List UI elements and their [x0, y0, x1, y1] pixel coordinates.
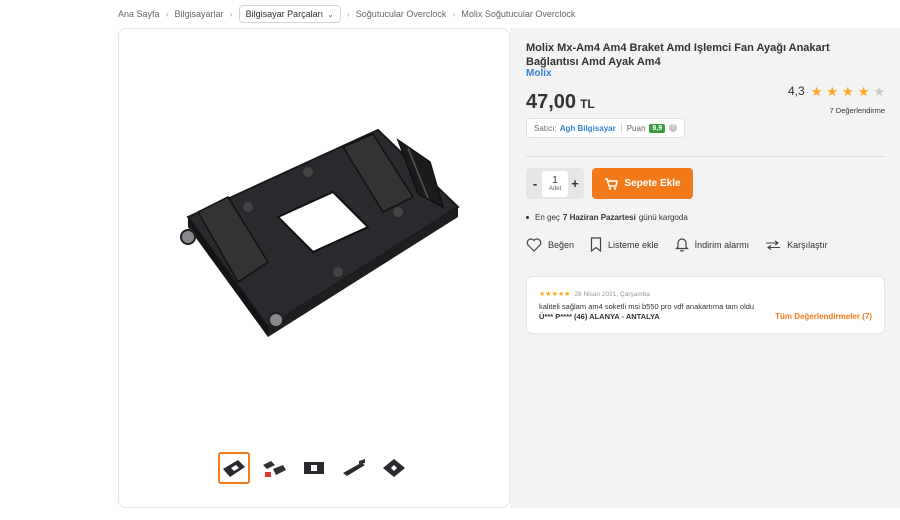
shipping-suffix: günü kargoda: [638, 213, 688, 222]
quantity-stepper: - 1 Adet +: [526, 168, 584, 199]
breadcrumb-separator-icon: ›: [229, 9, 233, 19]
star-icon: ★: [826, 83, 839, 99]
product-price: 47,00 TL: [526, 91, 595, 114]
breadcrumb-computers[interactable]: Bilgisayarlar: [175, 9, 224, 19]
review-highlight-card: ★ ★ ★ ★ ★ 28 Nisan 2021, Çarşamba kalite…: [526, 276, 885, 334]
shipping-info: En geç 7 Haziran Pazartesi günü kargoda: [526, 213, 688, 222]
thumbnail-5[interactable]: [378, 452, 410, 484]
quantity-decrease-button[interactable]: -: [529, 176, 541, 191]
chevron-down-icon: ⌄: [327, 9, 334, 19]
star-icon: ★: [564, 291, 571, 298]
product-actions: Beğen Listeme ekle İndirim alarmı Karşıl…: [526, 237, 844, 252]
all-reviews-link[interactable]: Tüm Değerlendirmeler (7): [775, 312, 872, 321]
star-icon: ★: [857, 83, 870, 99]
rating-score: 4,3: [788, 84, 805, 98]
review-date: 28 Nisan 2021, Çarşamba: [574, 291, 650, 298]
product-brand-link[interactable]: Molix: [526, 68, 552, 79]
quantity-input[interactable]: 1 Adet: [542, 170, 568, 197]
star-icon: ★: [842, 83, 854, 99]
thumbnail-2[interactable]: [258, 452, 290, 484]
breadcrumb: Ana Sayfa › Bilgisayarlar › Bilgisayar P…: [118, 5, 575, 23]
thumbnail-strip: [218, 452, 410, 484]
thumbnail-side-icon: [343, 459, 365, 476]
cart-icon: [605, 177, 619, 190]
bell-icon: [674, 238, 689, 252]
seller-points-badge: 9,9: [649, 123, 666, 133]
shipping-date: 7 Haziran Pazartesi: [562, 213, 636, 222]
star-empty-icon: ★: [873, 83, 885, 99]
seller-name-link[interactable]: Agh Bilgisayar: [560, 124, 616, 133]
heart-icon: [526, 237, 542, 252]
review-author: Ü*** P**** (46) ALANYA - ANTALYA: [539, 312, 660, 321]
breadcrumb-coolers[interactable]: Soğutucular Overclock: [356, 9, 447, 19]
product-title: Molix Mx-Am4 Am4 Braket Amd Işlemci Fan …: [526, 42, 830, 68]
seller-box: Satıcı: Agh Bilgisayar Puan 9,9 ?: [526, 118, 686, 138]
seller-divider: [620, 123, 622, 133]
product-main-image[interactable]: [168, 112, 468, 367]
thumbnail-4[interactable]: [338, 452, 370, 484]
thumbnail-1[interactable]: [218, 452, 250, 484]
quantity-increase-button[interactable]: +: [569, 176, 581, 191]
thumbnail-parts-icon: [263, 461, 286, 477]
review-count-link[interactable]: 7 Değerlendirme: [830, 106, 885, 115]
breadcrumb-parts-dropdown[interactable]: Bilgisayar Parçaları ⌄: [238, 5, 341, 23]
price-value: 47,00: [526, 91, 577, 113]
thumbnail-plate-icon: [304, 462, 324, 474]
add-to-list-button[interactable]: Listeme ekle: [590, 237, 659, 252]
add-to-list-label: Listeme ekle: [608, 239, 659, 250]
quantity-value: 1: [552, 174, 558, 186]
breadcrumb-molix-coolers[interactable]: Molix Soğutucular Overclock: [461, 9, 575, 19]
bullet-icon: [526, 216, 529, 219]
breadcrumb-separator-icon: ›: [346, 9, 350, 19]
compare-button[interactable]: Karşılaştır: [765, 240, 828, 250]
divider: [526, 156, 885, 157]
seller-label: Satıcı:: [534, 123, 557, 133]
breadcrumb-separator-icon: ›: [165, 9, 169, 19]
price-alert-button[interactable]: İndirim alarmı: [674, 237, 750, 252]
thumbnail-3[interactable]: [298, 452, 330, 484]
seller-points-label: Puan: [626, 123, 646, 133]
help-icon[interactable]: ?: [669, 124, 678, 132]
price-alert-label: İndirim alarmı: [694, 239, 750, 250]
price-currency: TL: [580, 97, 595, 111]
breadcrumb-separator-icon: ›: [452, 9, 456, 19]
thumbnail-top-icon: [383, 459, 405, 477]
add-to-cart-label: Sepete Ekle: [624, 178, 681, 189]
thumbnail-bracket-icon: [223, 460, 245, 477]
add-to-cart-button[interactable]: Sepete Ekle: [592, 168, 693, 199]
star-icon: ★: [810, 83, 823, 99]
breadcrumb-home[interactable]: Ana Sayfa: [118, 9, 160, 19]
review-text: kaliteli sağlam am4 soketli msi b550 pro…: [539, 302, 755, 311]
compare-arrows-icon: [766, 239, 781, 250]
product-rating[interactable]: 4,3 ★ ★ ★ ★ ★: [788, 84, 885, 98]
breadcrumb-parts-label: Bilgisayar Parçaları: [245, 9, 324, 19]
compare-label: Karşılaştır: [787, 239, 828, 250]
quantity-unit: Adet: [548, 185, 562, 192]
shipping-prefix: En geç: [535, 213, 560, 222]
like-label: Beğen: [548, 239, 575, 250]
like-button[interactable]: Beğen: [526, 237, 575, 252]
review-stars-date: ★ ★ ★ ★ ★ 28 Nisan 2021, Çarşamba: [539, 291, 650, 298]
bookmark-icon: [590, 237, 602, 252]
